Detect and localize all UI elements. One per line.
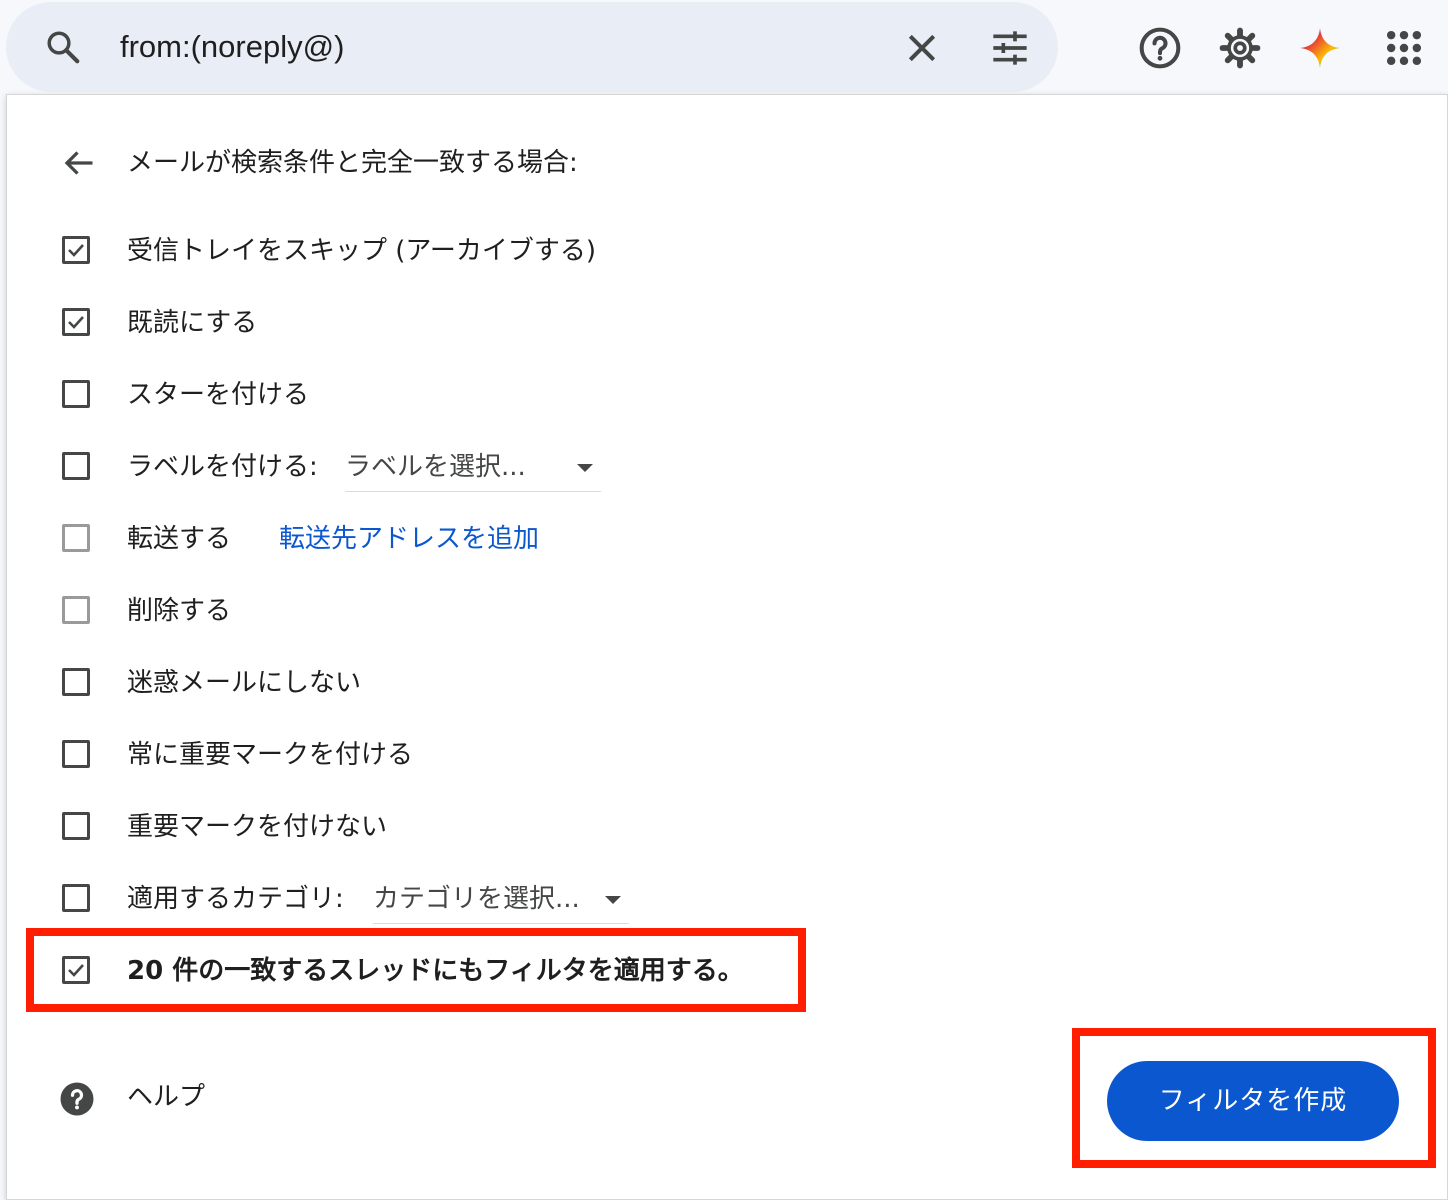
search-icon[interactable] xyxy=(44,28,82,66)
option-apply-label[interactable]: ラベルを付ける: ラベルを選択... xyxy=(7,439,1007,495)
category-select-value: カテゴリを選択... xyxy=(373,884,580,914)
option-label: 常に重要マークを付ける xyxy=(127,740,414,770)
checkbox-apply-label[interactable] xyxy=(62,452,90,480)
option-label: 重要マークを付けない xyxy=(127,812,388,842)
option-label: 受信トレイをスキップ (アーカイブする) xyxy=(127,236,596,266)
checkbox-delete[interactable] xyxy=(62,596,90,624)
add-forwarding-address-link[interactable]: 転送先アドレスを追加 xyxy=(279,519,539,559)
checkbox-skip-inbox[interactable] xyxy=(62,236,90,264)
option-star[interactable]: スターを付ける xyxy=(7,367,1007,423)
option-skip-inbox[interactable]: 受信トレイをスキップ (アーカイブする) xyxy=(7,223,1007,279)
label-select[interactable]: ラベルを選択... xyxy=(345,447,601,492)
close-icon[interactable] xyxy=(902,28,942,68)
option-label: 迷惑メールにしない xyxy=(127,668,362,698)
search-input[interactable]: from:(noreply@) xyxy=(120,26,344,68)
option-never-spam[interactable]: 迷惑メールにしない xyxy=(7,655,1007,711)
option-label: ラベルを付ける: xyxy=(127,452,318,482)
category-select[interactable]: カテゴリを選択... xyxy=(373,879,629,924)
label-select-value: ラベルを選択... xyxy=(345,452,526,482)
top-bar: from:(noreply@) xyxy=(0,0,1448,96)
option-label: スターを付ける xyxy=(127,380,310,410)
option-category[interactable]: 適用するカテゴリ: カテゴリを選択... xyxy=(7,871,1007,927)
back-arrow-icon[interactable] xyxy=(61,145,97,181)
tune-icon[interactable] xyxy=(988,28,1032,68)
option-label: 適用するカテゴリ: xyxy=(127,884,344,914)
dropdown-caret-icon xyxy=(577,464,593,472)
option-always-important[interactable]: 常に重要マークを付ける xyxy=(7,727,1007,783)
option-never-important[interactable]: 重要マークを付けない xyxy=(7,799,1007,855)
panel-heading: メールが検索条件と完全一致する場合: xyxy=(127,148,578,178)
help-link[interactable]: ヘルプ xyxy=(127,1077,205,1117)
option-forward[interactable]: 転送する 転送先アドレスを追加 xyxy=(7,511,1007,567)
highlight-box-create-filter xyxy=(1072,1028,1436,1168)
checkmark-icon xyxy=(68,244,84,257)
option-label: 削除する xyxy=(127,596,232,626)
option-label: 既読にする xyxy=(127,308,258,338)
option-mark-read[interactable]: 既読にする xyxy=(7,295,1007,351)
checkbox-forward[interactable] xyxy=(62,524,90,552)
help-circle-icon[interactable] xyxy=(1138,26,1182,70)
gemini-sparkle-icon[interactable] xyxy=(1298,26,1342,70)
search-bar[interactable]: from:(noreply@) xyxy=(6,2,1058,92)
checkbox-never-important[interactable] xyxy=(62,812,90,840)
checkbox-category[interactable] xyxy=(62,884,90,912)
option-delete[interactable]: 削除する xyxy=(7,583,1007,639)
help-icon[interactable] xyxy=(59,1081,95,1117)
checkmark-icon xyxy=(68,316,84,329)
checkbox-always-important[interactable] xyxy=(62,740,90,768)
gear-icon[interactable] xyxy=(1218,26,1262,70)
checkbox-never-spam[interactable] xyxy=(62,668,90,696)
option-label: 転送する xyxy=(127,524,232,554)
checkbox-star[interactable] xyxy=(62,380,90,408)
highlight-box-apply-to-matching xyxy=(26,928,806,1012)
checkbox-mark-read[interactable] xyxy=(62,308,90,336)
apps-grid-icon[interactable] xyxy=(1382,26,1426,70)
dropdown-caret-icon xyxy=(605,896,621,904)
